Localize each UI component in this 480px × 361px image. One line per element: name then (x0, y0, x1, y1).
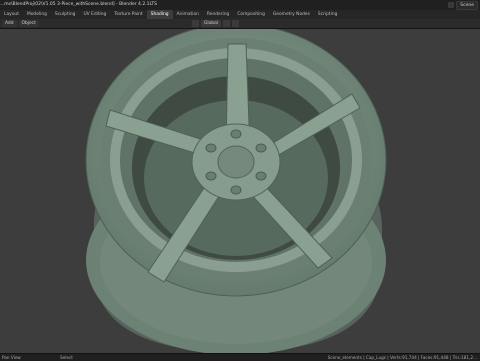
scene-name-field[interactable]: Scene (456, 0, 478, 10)
tab-scripting[interactable]: Scripting (314, 10, 342, 19)
tab-texture-paint[interactable]: Texture Paint (110, 10, 146, 19)
tab-animation[interactable]: Animation (173, 10, 203, 19)
tab-sculpting[interactable]: Sculpting (51, 10, 80, 19)
viewport-header: Add Object Global (0, 19, 480, 29)
tab-rendering[interactable]: Rendering (203, 10, 233, 19)
window-title: ...ms\BlendProj\02\V1.05 3-Piece_withSce… (0, 2, 157, 7)
tab-layout[interactable]: Layout (0, 10, 23, 19)
wheel-model (85, 29, 387, 353)
snap-icon[interactable] (223, 20, 231, 27)
add-menu[interactable]: Add (2, 20, 17, 27)
orientation-dropdown[interactable]: Global (201, 20, 222, 27)
tab-geometry-nodes[interactable]: Geometry Nodes (269, 10, 314, 19)
tab-modeling[interactable]: Modeling (23, 10, 51, 19)
scene-selector[interactable]: Scene (448, 0, 478, 10)
tab-compositing[interactable]: Compositing (233, 10, 269, 19)
tab-uv-editing[interactable]: UV Editing (79, 10, 110, 19)
object-menu[interactable]: Object (18, 20, 39, 27)
tab-shading[interactable]: Shading (146, 10, 173, 19)
proportional-edit-icon[interactable] (232, 20, 240, 27)
3d-viewport[interactable] (0, 29, 480, 353)
transform-pivot-icon[interactable] (192, 20, 199, 27)
scene-icon (448, 2, 455, 8)
